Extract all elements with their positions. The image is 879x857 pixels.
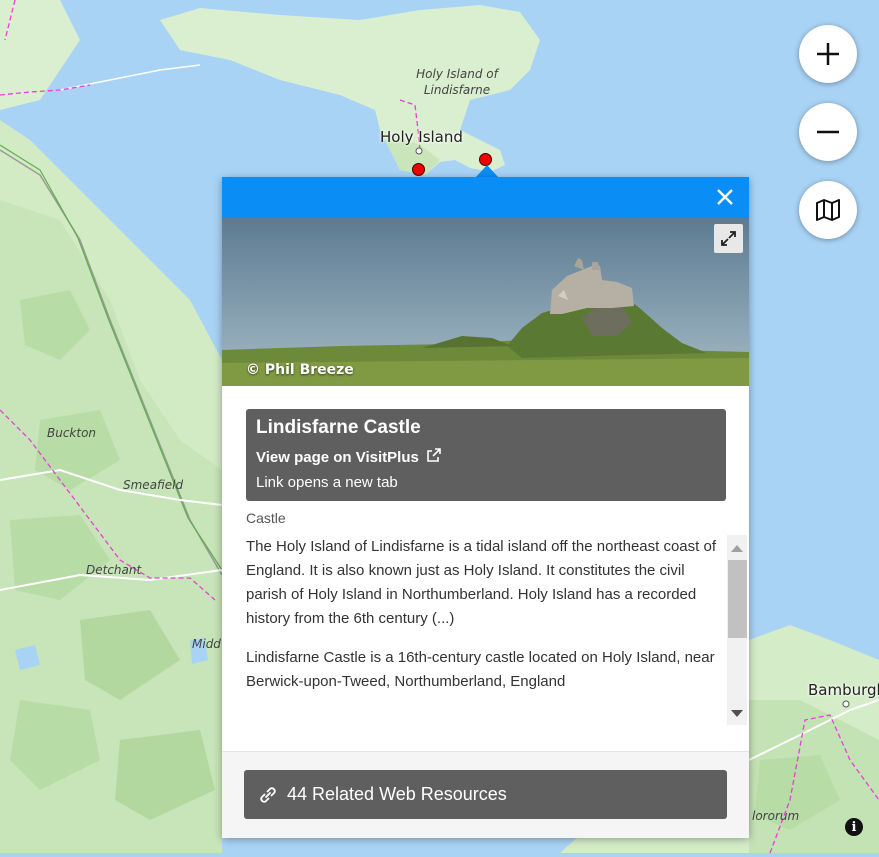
- scroll-down-icon[interactable]: [731, 710, 743, 717]
- scroll-up-icon[interactable]: [731, 545, 743, 552]
- popup-header: [222, 177, 749, 218]
- popup-footer: 44 Related Web Resources: [222, 751, 749, 838]
- zoom-out-button[interactable]: [799, 103, 857, 161]
- info-button[interactable]: i: [845, 818, 863, 836]
- place-label: Buckton: [47, 426, 97, 440]
- description-paragraph: The Holy Island of Lindisfarne is a tida…: [246, 538, 716, 627]
- castle-photo: [222, 218, 749, 386]
- visitplus-link-label: View page on VisitPlus: [256, 449, 419, 466]
- expand-icon: [721, 231, 736, 246]
- place-popup: © Phil Breeze Lindisfarne Castle View pa…: [222, 177, 749, 838]
- visitplus-link[interactable]: View page on VisitPlus: [256, 448, 441, 466]
- scrollbar-thumb[interactable]: [728, 560, 747, 638]
- close-icon[interactable]: [715, 187, 735, 207]
- related-resources-button[interactable]: 44 Related Web Resources: [244, 770, 727, 819]
- place-label: Bamburgh: [808, 681, 879, 699]
- photo-credit: © Phil Breeze: [246, 362, 354, 378]
- related-resources-label: 44 Related Web Resources: [287, 784, 507, 804]
- place-label: Detchant: [86, 563, 142, 577]
- zoom-in-button[interactable]: [799, 25, 857, 83]
- link-note: Link opens a new tab: [256, 474, 398, 491]
- minus-icon: [817, 130, 839, 134]
- plus-icon: [817, 43, 839, 65]
- popup-pointer: [476, 165, 498, 177]
- link-icon: [260, 786, 276, 803]
- place-label: Smeafield: [123, 478, 184, 492]
- map-layers-button[interactable]: [799, 181, 857, 239]
- place-description[interactable]: The Holy Island of Lindisfarne is a tida…: [246, 535, 726, 731]
- external-link-icon: [427, 448, 441, 462]
- expand-photo-button[interactable]: [714, 224, 743, 253]
- title-card: Lindisfarne Castle View page on VisitPlu…: [246, 409, 726, 501]
- place-label: Midd: [192, 637, 221, 651]
- location-marker[interactable]: [412, 163, 425, 176]
- description-paragraph: Lindisfarne Castle is a 16th-century cas…: [246, 649, 715, 690]
- place-label: lororum: [752, 809, 800, 823]
- place-photo: © Phil Breeze: [222, 218, 749, 386]
- island-label: Holy Island of Lindisfarne: [416, 67, 498, 97]
- place-category: Castle: [246, 510, 286, 526]
- place-title: Lindisfarne Castle: [256, 417, 421, 438]
- map-icon: [816, 199, 840, 221]
- village-label: Holy Island: [380, 128, 463, 146]
